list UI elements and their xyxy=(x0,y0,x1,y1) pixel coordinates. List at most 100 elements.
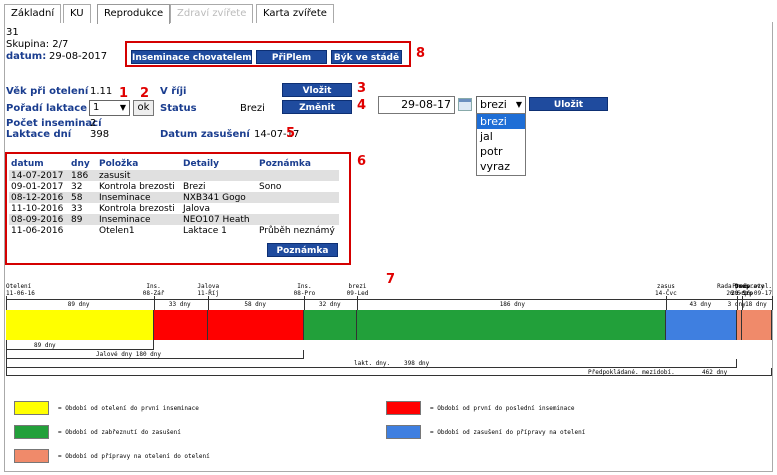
status-dropdown-list: brezi jal potr vyraz xyxy=(476,113,526,176)
timeline-tick xyxy=(6,296,7,310)
col-dny: dny xyxy=(71,158,90,169)
animal-number: 31 xyxy=(6,27,19,38)
calving-interval-value: 462 dny xyxy=(702,369,728,376)
table-row: 14-07-2017 186 zasusit xyxy=(9,170,339,181)
group-label: Skupina: 2/7 xyxy=(6,39,69,50)
timeline-tick xyxy=(737,296,739,310)
table-row: 11-06-2016 Otelen1 Laktace 1 Průběh nezn… xyxy=(9,225,339,236)
annotation-2: 2 xyxy=(140,86,150,101)
lactation-days-value: 398 dny xyxy=(404,360,430,367)
col-detaily: Detaily xyxy=(183,158,219,169)
age-at-calving-value: 1.11 xyxy=(90,86,113,97)
cell-detaily: Laktace 1 xyxy=(183,225,227,236)
legend-swatch xyxy=(14,449,49,463)
lactation-order-label: Pořadí laktace xyxy=(6,103,88,114)
cell-detaily: NXB341 Gogo xyxy=(181,192,257,203)
dry-off-date-label: Datum zasušení xyxy=(160,129,250,140)
timeline-tick xyxy=(208,296,210,310)
tab-zdravi-zvirete: Zdraví zvířete xyxy=(170,4,254,23)
cell-datum: 14-07-2017 xyxy=(9,170,69,181)
timeline-event-name: Jalova xyxy=(197,283,220,290)
status-date-input[interactable]: 29-08-17 xyxy=(378,96,455,114)
timeline-event-label: Ins. 08-Pro xyxy=(284,283,324,297)
cell-poznamka xyxy=(257,214,339,225)
tab-karta-zvirete[interactable]: Karta zvířete xyxy=(256,4,334,23)
timeline-day-label: 18 dny xyxy=(745,301,767,308)
status-option-vyraz[interactable]: vyraz xyxy=(477,159,525,174)
date-label: datum: xyxy=(6,51,47,62)
cell-polozka: zasusit xyxy=(97,170,181,181)
tab-zakladni[interactable]: Základní xyxy=(4,4,62,23)
cell-poznamka xyxy=(257,192,339,203)
tab-reprodukce[interactable]: Reprodukce xyxy=(97,4,171,24)
insert-heat-button[interactable]: Vložit xyxy=(282,83,352,97)
cell-dny: 58 xyxy=(69,192,97,203)
legend-label: = Období od zasušení do přípravy na otel… xyxy=(430,429,586,436)
timeline-event-date: 16-09-17 xyxy=(743,290,772,297)
timeline-day-label: 186 dny xyxy=(499,301,525,308)
cell-dny: 89 xyxy=(69,214,97,225)
cell-poznamka: Sono xyxy=(259,181,282,192)
insemination-by-breeder-button[interactable]: Inseminace chovatelem xyxy=(131,50,252,64)
date-value: 29-08-2017 xyxy=(49,51,108,62)
timeline-day-label: 43 dny xyxy=(689,301,712,308)
insemination-count-value: 2 xyxy=(90,118,97,129)
cell-polozka: Otelen1 xyxy=(99,225,135,236)
annotation-4: 4 xyxy=(357,98,367,113)
cell-datum: 08-12-2016 xyxy=(9,192,69,203)
table-header-row: datum dny Položka Detaily Poznámka xyxy=(9,157,339,170)
cell-dny: 186 xyxy=(69,170,97,181)
timeline-tick xyxy=(153,296,155,310)
priplem-button[interactable]: PřiPlem xyxy=(256,50,327,64)
cell-dny: 33 xyxy=(71,203,83,214)
status-option-jal[interactable]: jal xyxy=(477,129,525,144)
annotation-8: 8 xyxy=(416,46,426,61)
timeline-tick xyxy=(357,296,359,310)
note-button[interactable]: Poznámka xyxy=(267,243,338,257)
save-button[interactable]: Uložit xyxy=(529,97,608,111)
bull-in-herd-button[interactable]: Býk ve stádě xyxy=(331,50,402,64)
lactation-order-select[interactable]: 1 ▼ xyxy=(89,100,130,116)
events-table: datum dny Položka Detaily Poznámka 14-07… xyxy=(9,157,339,236)
heat-label: V říji xyxy=(160,86,187,97)
status-option-potr[interactable]: potr xyxy=(477,144,525,159)
timeline-tick xyxy=(665,296,667,310)
cell-polozka: Kontrola brezosti xyxy=(99,203,175,214)
status-select[interactable]: brezi ▼ xyxy=(476,96,526,114)
col-polozka: Položka xyxy=(99,158,139,169)
ok-button[interactable]: ok xyxy=(133,100,154,116)
cell-detaily: NEO107 Heath xyxy=(181,214,257,225)
timeline-axis xyxy=(6,299,772,300)
timeline-day-label: 33 dny xyxy=(168,301,191,308)
tab-ku[interactable]: KU xyxy=(63,4,91,23)
cell-polozka: Inseminace xyxy=(97,214,181,225)
status-label: Status xyxy=(160,103,197,114)
change-status-button[interactable]: Změnit xyxy=(282,100,352,114)
first-period-label: 89 dny xyxy=(34,342,56,349)
timeline-segment xyxy=(665,310,738,340)
legend-swatch xyxy=(386,425,421,439)
table-row: 11-10-2016 33 Kontrola brezosti Jalova xyxy=(9,203,339,214)
cell-datum: 09-01-2017 xyxy=(11,181,64,192)
table-row: 08-09-2016 89 Inseminace NEO107 Heath xyxy=(9,214,339,225)
open-days-label: Jalové dny 180 dny xyxy=(96,351,162,358)
timeline-event-name: Otelení xyxy=(6,283,32,290)
timeline-segment xyxy=(153,310,209,340)
timeline-event-name: brezi xyxy=(348,283,367,290)
cell-datum: 08-09-2016 xyxy=(9,214,69,225)
status-option-brezi[interactable]: brezi xyxy=(477,114,525,129)
timeline-event-name: zasus xyxy=(656,283,675,290)
timeline-day-label: 58 dny xyxy=(244,301,267,308)
table-row: 09-01-2017 32 Kontrola brezosti Brezi So… xyxy=(9,181,339,192)
legend-label: = Období od přípravy na otelení do otele… xyxy=(58,453,210,460)
legend-label: = Období od první do poslední inseminace xyxy=(430,405,575,412)
timeline-segment xyxy=(6,310,154,340)
legend-label: = Období od otelení do první inseminace xyxy=(58,405,199,412)
cell-dny xyxy=(69,225,97,236)
timeline-day-label: 32 dny xyxy=(318,301,341,308)
lactation-order-value: 1 xyxy=(93,102,100,113)
age-at-calving-label: Věk při otelení xyxy=(6,86,89,97)
timeline-event-name: Ins. xyxy=(146,283,161,290)
calendar-icon[interactable] xyxy=(458,98,472,111)
legend-label: = Období od zabřeznutí do zasušení xyxy=(58,429,181,436)
